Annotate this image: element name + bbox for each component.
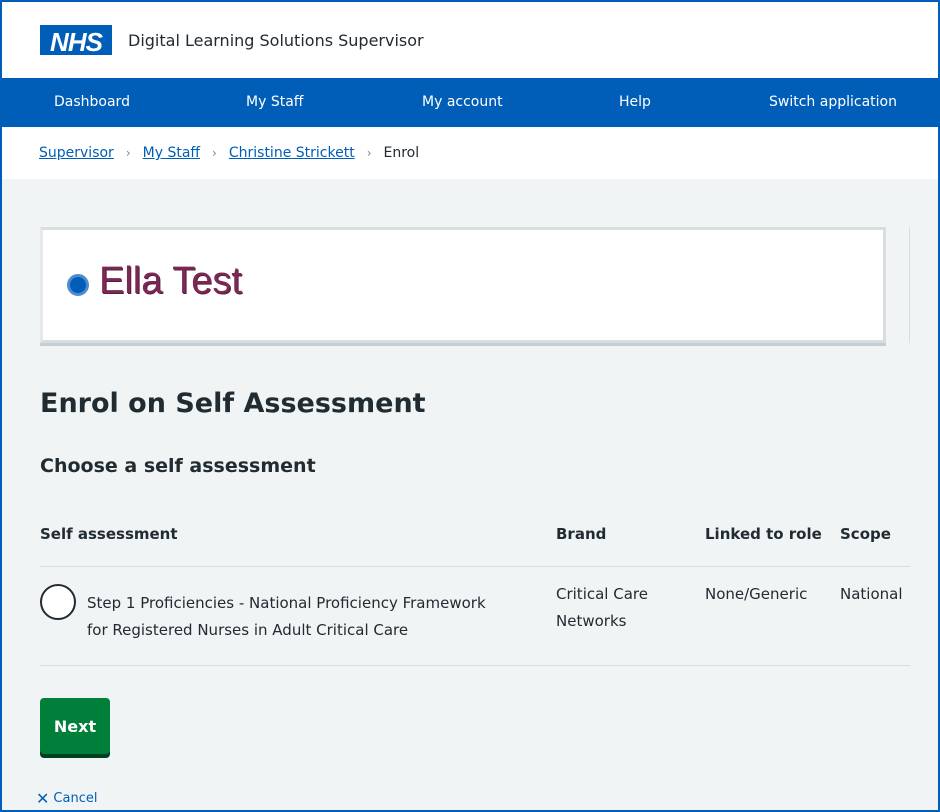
- breadcrumb-supervisor[interactable]: Supervisor: [39, 145, 114, 161]
- cancel-link[interactable]: ✕ Cancel: [36, 789, 97, 808]
- nav-item-my-staff[interactable]: My Staff: [246, 94, 303, 110]
- breadcrumb-current: Enrol: [383, 145, 420, 161]
- staff-name: Ella Test: [99, 260, 242, 302]
- breadcrumb-my-staff[interactable]: My Staff: [143, 145, 200, 161]
- main-content: Ella Test Enrol on Self Assessment Choos…: [2, 179, 938, 810]
- breadcrumb-separator: ›: [212, 146, 217, 160]
- service-name[interactable]: Digital Learning Solutions Supervisor: [128, 31, 424, 50]
- breadcrumb-staff-member[interactable]: Christine Strickett: [229, 145, 355, 161]
- linked-to-role-cell: None/Generic: [705, 585, 808, 603]
- primary-nav: Dashboard My Staff My account Help Switc…: [2, 78, 938, 127]
- table-row-divider: [40, 665, 910, 666]
- column-header-linked-to-role: Linked to role: [705, 525, 822, 543]
- table-header-divider: [40, 566, 910, 567]
- page-title: Enrol on Self Assessment: [40, 388, 426, 419]
- breadcrumb: Supervisor › My Staff › Christine Strick…: [2, 127, 938, 179]
- section-subtitle: Choose a self assessment: [40, 455, 316, 477]
- next-button[interactable]: Next: [40, 698, 110, 754]
- column-header-scope: Scope: [840, 525, 891, 543]
- breadcrumb-separator: ›: [125, 146, 131, 160]
- self-assessment-name-line: Step 1 Proficiencies - National Proficie…: [87, 594, 486, 612]
- column-header-brand: Brand: [556, 525, 607, 543]
- brand-cell: Critical Care Networks: [556, 581, 648, 635]
- card-edge: [890, 227, 910, 343]
- nav-item-dashboard[interactable]: Dashboard: [54, 94, 130, 110]
- nhs-logo[interactable]: NHS: [40, 25, 112, 57]
- brand-line: Critical Care: [556, 585, 648, 603]
- staff-name-card: Ella Test: [40, 227, 886, 343]
- breadcrumb-separator: ›: [366, 146, 372, 160]
- scope-cell: National: [840, 585, 903, 603]
- self-assessment-name[interactable]: Step 1 Proficiencies - National Proficie…: [87, 590, 486, 644]
- cancel-label: Cancel: [53, 791, 98, 806]
- column-header-self-assessment: Self assessment: [40, 525, 178, 543]
- nav-item-switch-application[interactable]: Switch application: [769, 94, 897, 110]
- site-header: NHS Digital Learning Solutions Superviso…: [2, 2, 938, 78]
- close-icon: ✕: [36, 789, 50, 808]
- self-assessment-name-line: for Registered Nurses in Adult Critical …: [87, 621, 409, 639]
- bullet-icon: [67, 274, 89, 296]
- self-assessment-radio[interactable]: [40, 584, 76, 620]
- brand-line: Networks: [556, 612, 627, 630]
- nav-item-my-account[interactable]: My account: [422, 94, 503, 110]
- nav-item-help[interactable]: Help: [619, 94, 651, 110]
